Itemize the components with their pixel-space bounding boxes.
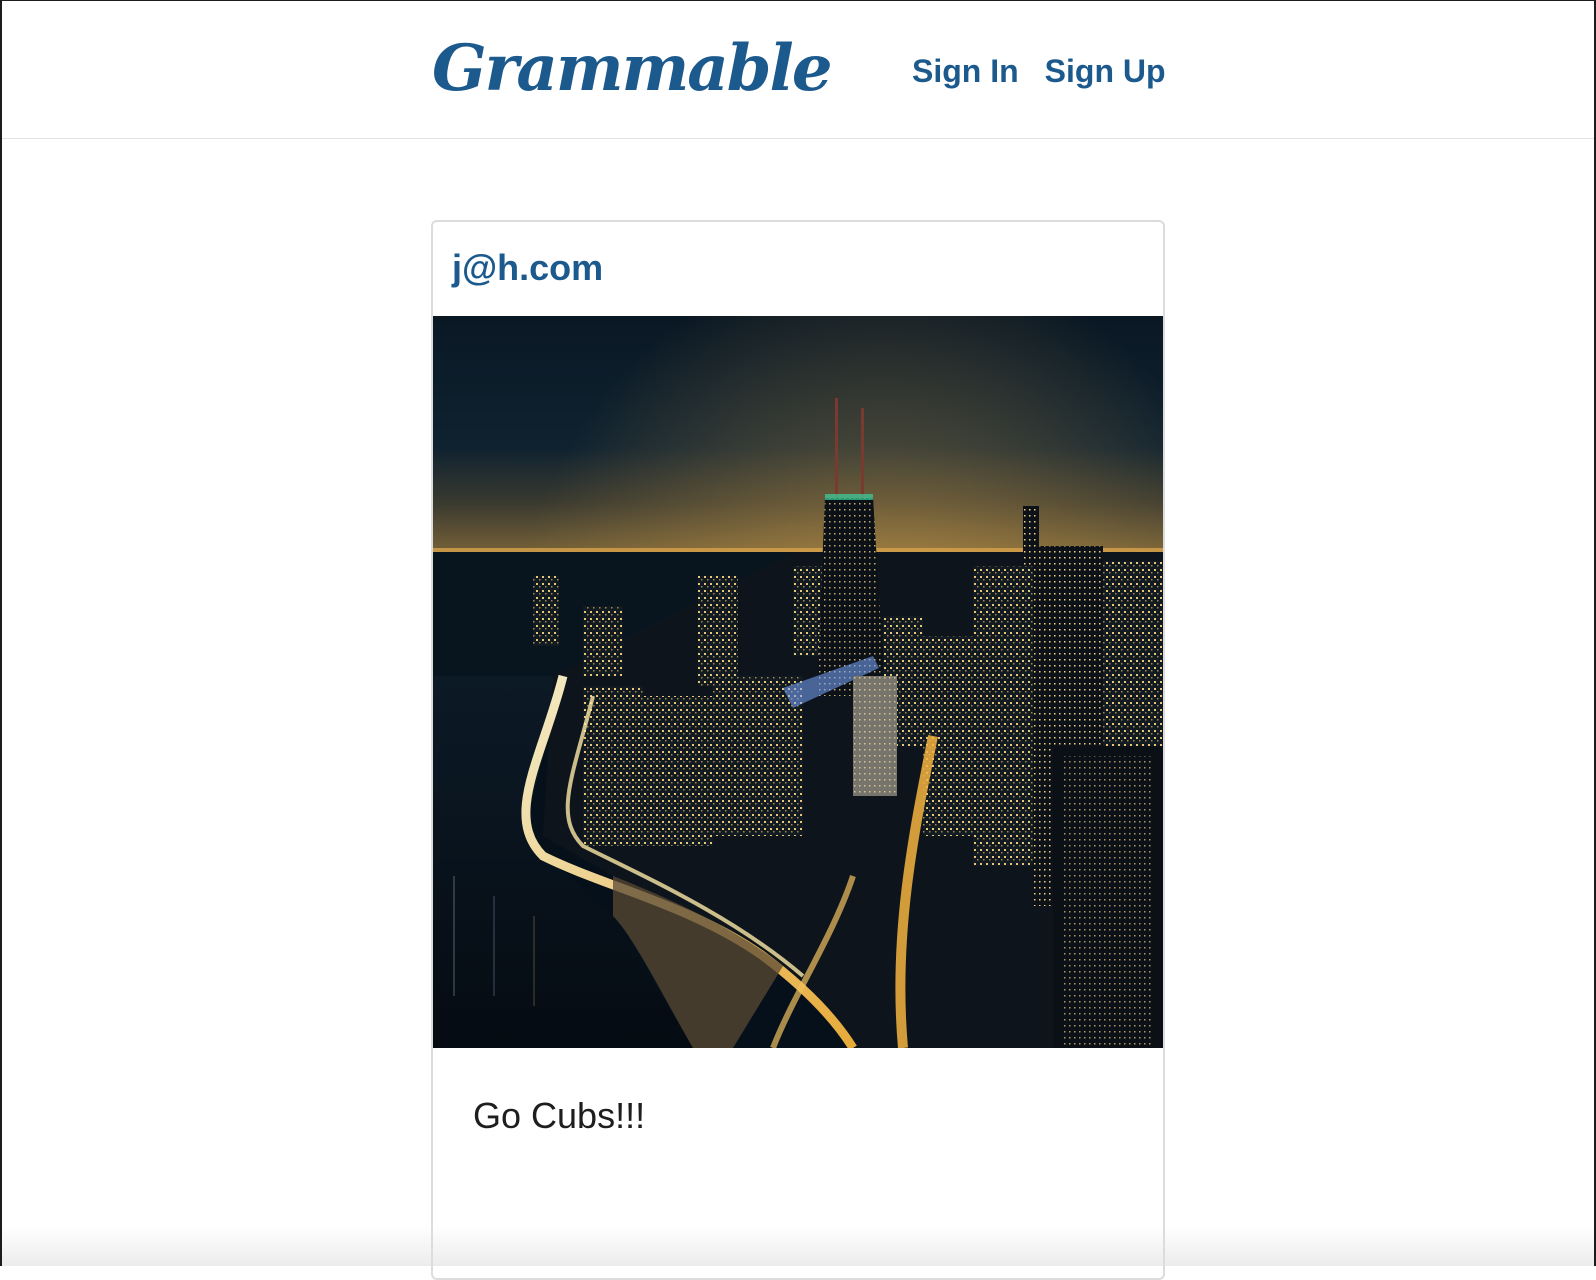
auth-links: Sign In Sign Up (912, 53, 1166, 89)
gram-card: j@h.com Go Cubs!!! (431, 220, 1165, 1280)
top-navbar: Grammable Sign In Sign Up (2, 0, 1594, 139)
post-photo[interactable] (433, 316, 1163, 1048)
brand-logo-link[interactable]: Grammable (432, 33, 833, 104)
sign-up-link[interactable]: Sign Up (1045, 53, 1166, 89)
sign-in-link[interactable]: Sign In (912, 53, 1019, 89)
post-author[interactable]: j@h.com (452, 248, 603, 288)
card-header: j@h.com (433, 222, 1163, 316)
post-caption: Go Cubs!!! (473, 1095, 646, 1136)
